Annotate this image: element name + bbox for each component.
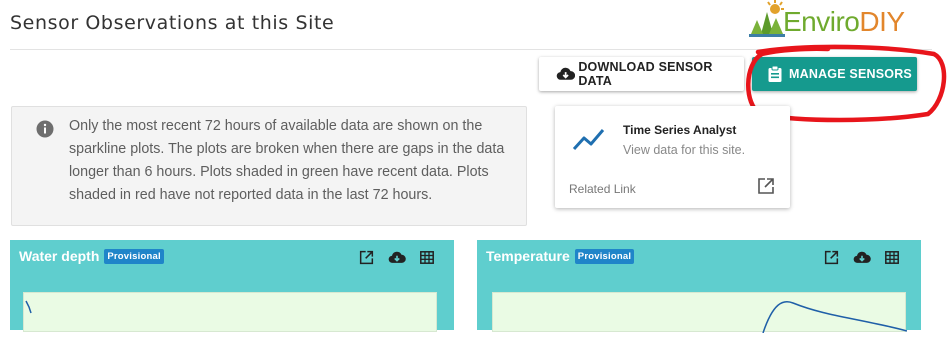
temperature-sparkline[interactable] — [492, 292, 908, 334]
provisional-badge: Provisional — [574, 248, 635, 264]
external-link-icon[interactable] — [757, 177, 775, 195]
title-divider — [10, 49, 932, 50]
panel-title: Water depth — [19, 248, 100, 264]
page-title: Sensor Observations at this Site — [10, 12, 335, 34]
logo-tree-small — [751, 20, 763, 34]
download-button-label: DOWNLOAD SENSOR DATA — [578, 60, 713, 88]
related-link-label: Related Link — [569, 182, 636, 196]
manage-sensors-button[interactable]: MANAGE SENSORS — [752, 57, 917, 91]
info-circle-icon — [36, 120, 54, 138]
trend-line-icon — [572, 129, 605, 151]
temperature-panel: Temperature Provisional — [477, 240, 921, 334]
water-depth-panel: Water depth Provisional — [10, 240, 454, 332]
manage-button-label: MANAGE SENSORS — [789, 67, 912, 81]
table-icon[interactable] — [420, 251, 434, 264]
water-depth-sparkline[interactable] — [23, 292, 437, 332]
tsa-subtitle: View data for this site. — [623, 143, 746, 157]
provisional-badge: Provisional — [104, 248, 164, 264]
tsa-title: Time Series Analyst — [623, 123, 737, 137]
sparkline-line — [762, 301, 908, 334]
external-link-icon[interactable] — [824, 250, 839, 265]
logo-sun — [770, 4, 780, 14]
panel-title: Temperature — [486, 248, 570, 264]
sparkline-info-box: Only the most recent 72 hours of availab… — [11, 106, 527, 226]
cloud-download-icon — [556, 67, 576, 80]
logo-wordmark: EnviroDIY — [783, 6, 905, 37]
info-text: Only the most recent 72 hours of availab… — [69, 118, 505, 203]
cloud-download-icon[interactable] — [388, 250, 406, 265]
sparkline-line — [25, 300, 32, 314]
download-sensor-data-button[interactable]: DOWNLOAD SENSOR DATA — [539, 57, 744, 91]
cloud-download-icon[interactable] — [853, 250, 871, 265]
time-series-analyst-card[interactable]: Time Series Analyst View data for this s… — [555, 106, 790, 208]
external-link-icon[interactable] — [359, 250, 374, 265]
clipboard-icon — [768, 66, 782, 82]
table-icon[interactable] — [885, 251, 899, 264]
